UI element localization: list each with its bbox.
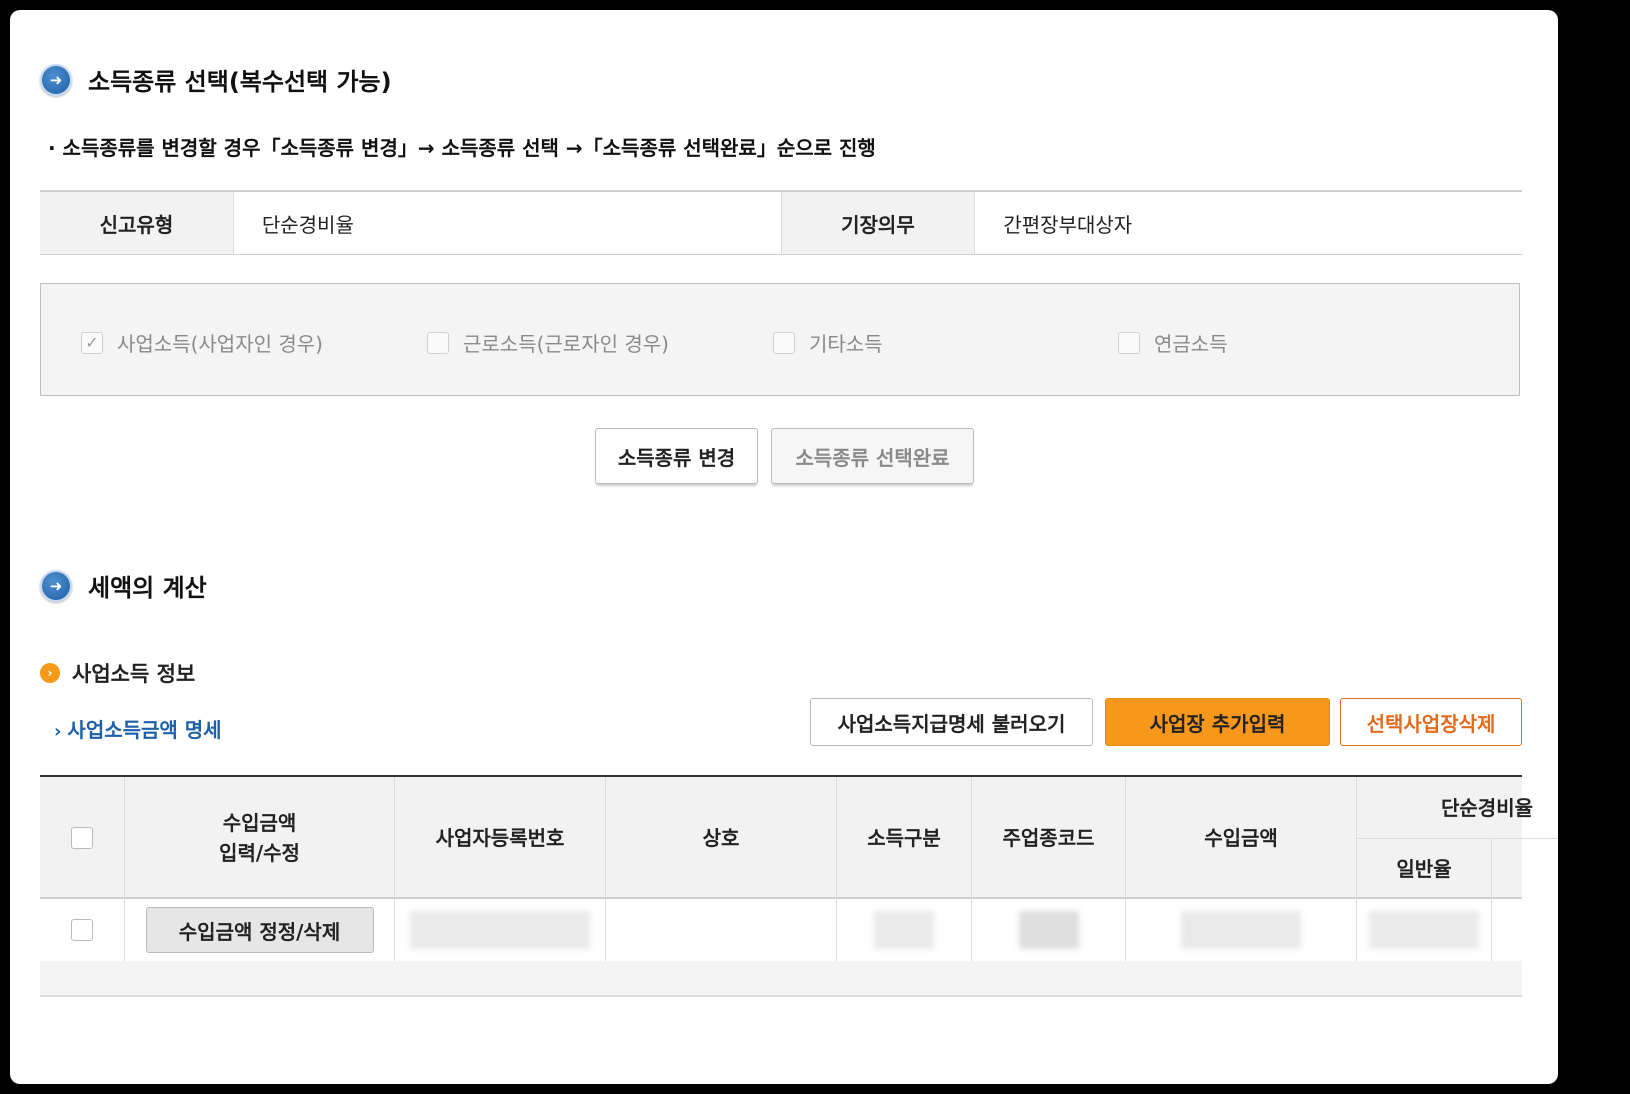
arrow-right-circle-icon: ➜ (40, 63, 72, 96)
business-income-detail-text: 사업소득금액 명세 (67, 718, 222, 742)
select-all-checkbox[interactable] (71, 827, 93, 849)
header-industry-code: 주업종코드 (972, 777, 1126, 899)
row-revenue (1126, 899, 1357, 961)
checkbox-other-income[interactable]: 기타소득 (773, 328, 883, 357)
header-general-rate: 일반율 (1357, 839, 1492, 899)
row-trade-name (606, 899, 837, 961)
header-income-type: 소득구분 (837, 777, 972, 899)
redacted-value (874, 911, 934, 949)
row-select-cell (40, 899, 125, 961)
checkbox-pension-income-label: 연금소득 (1154, 332, 1228, 356)
business-income-info-text: 사업소득 정보 (72, 662, 196, 686)
checkbox-business-income-label: 사업소득(사업자인 경우) (117, 332, 323, 356)
change-income-type-button[interactable]: 소득종류 변경 (595, 428, 758, 484)
header-trade-name: 상호 (606, 777, 837, 899)
checkbox-empty-icon[interactable] (773, 331, 795, 354)
checkmark-icon[interactable]: ✓ (81, 331, 103, 354)
tax-calc-title-text: 세액의 계산 (88, 574, 207, 602)
business-income-info-title: › 사업소득 정보 (40, 658, 195, 688)
report-type-label: 신고유형 (40, 192, 233, 254)
row-industry-code (972, 899, 1126, 961)
checkbox-earned-income-label: 근로소득(근로자인 경우) (463, 332, 669, 356)
income-type-title-text: 소득종류 선택(복수선택 가능) (88, 68, 392, 96)
report-info-table: 신고유형 단순경비율 기장의무 간편장부대상자 (40, 190, 1522, 255)
row-edit-cell: 수입금액 정정/삭제 (125, 899, 395, 961)
arrow-right-circle-icon: ➜ (40, 569, 72, 602)
header-income-edit: 수입금액 입력/수정 (125, 777, 395, 899)
main-panel: ➜ 소득종류 선택(복수선택 가능) · 소득종류를 변경할 경우「소득종류 변… (10, 10, 1558, 1084)
income-type-checkbox-group: ✓ 사업소득(사업자인 경우) 근로소득(근로자인 경우) 기타소득 연금소득 (40, 283, 1520, 396)
header-biz-reg-no: 사업자등록번호 (395, 777, 606, 899)
income-change-notice: · 소득종류를 변경할 경우「소득종류 변경」→ 소득종류 선택 →「소득종류 … (48, 136, 876, 160)
delete-selected-business-button[interactable]: 선택사업장삭제 (1340, 698, 1522, 746)
checkbox-pension-income[interactable]: 연금소득 (1118, 328, 1228, 357)
row-checkbox[interactable] (71, 919, 93, 941)
redacted-value (1369, 911, 1479, 949)
table-row: 수입금액 정정/삭제 (40, 899, 1522, 962)
tax-calc-section-title: ➜ 세액의 계산 (40, 568, 207, 603)
business-income-detail-link[interactable]: › 사업소득금액 명세 (54, 714, 222, 743)
redacted-value (1018, 911, 1079, 949)
bookkeeping-value: 간편장부대상자 (974, 192, 1522, 254)
checkbox-other-income-label: 기타소득 (809, 332, 883, 356)
table-header: 수입금액 입력/수정 사업자등록번호 상호 소득구분 주업종코드 수입금액 단순… (40, 775, 1558, 899)
redacted-value (410, 911, 590, 949)
redacted-value (1181, 911, 1301, 949)
add-business-button[interactable]: 사업장 추가입력 (1105, 698, 1330, 746)
complete-income-type-button[interactable]: 소득종류 선택완료 (771, 428, 974, 484)
bookkeeping-label: 기장의무 (780, 192, 975, 254)
table-footer (40, 961, 1522, 997)
chevron-right-circle-icon: › (40, 663, 60, 683)
edit-delete-revenue-button[interactable]: 수입금액 정정/삭제 (145, 907, 374, 953)
load-payment-statement-button[interactable]: 사업소득지급명세 불러오기 (810, 698, 1093, 746)
header-revenue: 수입금액 (1126, 777, 1357, 899)
checkbox-earned-income[interactable]: 근로소득(근로자인 경우) (427, 328, 669, 357)
checkbox-empty-icon[interactable] (427, 331, 449, 354)
income-type-section-title: ➜ 소득종류 선택(복수선택 가능) (40, 62, 392, 97)
header-simple-rate: 단순경비율 (1357, 777, 1558, 839)
row-biz-reg-no (395, 899, 606, 961)
checkbox-empty-icon[interactable] (1118, 331, 1140, 354)
row-general-rate (1357, 899, 1492, 961)
report-type-value: 단순경비율 (232, 192, 781, 254)
header-select-all (40, 777, 125, 899)
chevron-right-icon: › (54, 721, 62, 742)
checkbox-business-income[interactable]: ✓ 사업소득(사업자인 경우) (81, 328, 323, 357)
row-income-type (837, 899, 972, 961)
